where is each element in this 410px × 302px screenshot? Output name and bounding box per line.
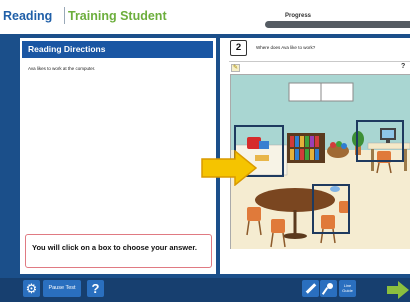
table-chair-front <box>271 219 285 233</box>
pencil-icon[interactable] <box>302 280 319 297</box>
table-chair-right <box>321 215 335 229</box>
line-guide-button[interactable]: Line Guide <box>339 280 356 297</box>
blue-plate <box>330 186 340 192</box>
table-chair-back <box>339 201 349 213</box>
pointer-arrow-icon <box>201 150 257 186</box>
classroom-illustration <box>231 75 410 249</box>
subject-title: Reading <box>3 9 53 23</box>
round-table <box>255 188 335 212</box>
question-number: 2 <box>230 40 247 56</box>
gear-icon: ⚙ <box>25 281 38 296</box>
progress-label: Progress <box>285 13 312 19</box>
next-arrow-icon[interactable] <box>387 281 409 299</box>
directions-passage: Ava likes to work at the computer. <box>28 66 96 71</box>
top-header: Reading Training Student Progress <box>0 0 410 34</box>
help-button[interactable]: ? <box>87 280 104 297</box>
question-divider <box>229 61 410 62</box>
table-chair-left <box>247 207 261 221</box>
progress-bar <box>265 21 410 28</box>
instruction-text: You will click on a box to choose your a… <box>32 243 197 252</box>
settings-button[interactable]: ⚙ <box>23 280 40 297</box>
question-text: Where does Ava like to work? <box>256 45 316 50</box>
student-name: Training Student <box>68 9 167 23</box>
classroom-scene <box>230 74 410 249</box>
paper <box>255 155 269 161</box>
pause-test-button[interactable]: Pause Test <box>43 280 81 297</box>
edit-icon[interactable]: ✎ <box>231 64 240 72</box>
question-help-icon[interactable]: ? <box>401 63 405 70</box>
paint-box <box>259 141 269 149</box>
directions-title: Reading Directions <box>22 41 213 58</box>
title-separator <box>64 7 65 24</box>
red-easel <box>247 137 261 149</box>
highlighter-icon[interactable] <box>320 280 337 297</box>
